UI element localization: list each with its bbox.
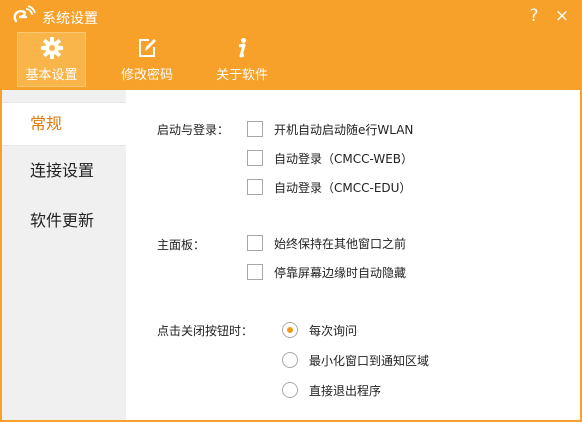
checkbox-box[interactable] <box>247 235 263 251</box>
option-label: 开机自动启动随e行WLAN <box>274 123 414 137</box>
option-label: 最小化窗口到通知区域 <box>309 354 430 368</box>
tab-basic-settings[interactable]: 基本设置 <box>17 32 86 87</box>
option-label: 自动登录（CMCC-WEB） <box>274 152 414 166</box>
radio-circle[interactable] <box>282 352 298 368</box>
sidebar: 常规 连接设置 软件更新 <box>2 90 126 420</box>
sidebar-item-connection[interactable]: 连接设置 <box>2 146 126 196</box>
gear-icon <box>40 37 63 59</box>
tab-label: 关于软件 <box>215 68 268 83</box>
top-nav: 基本设置 修改密码 关于软件 <box>0 32 582 90</box>
checkbox-box[interactable] <box>247 121 263 137</box>
option-label: 停靠屏幕边缘时自动隐藏 <box>274 266 407 280</box>
checkbox-box[interactable] <box>247 264 263 280</box>
tab-change-password[interactable]: 修改密码 <box>112 32 182 87</box>
edit-icon <box>139 39 156 57</box>
sidebar-item-update[interactable]: 软件更新 <box>2 196 126 246</box>
tab-about[interactable]: 关于软件 <box>207 32 277 87</box>
option-label: 始终保持在其他窗口之前 <box>274 237 407 251</box>
checkbox-box[interactable] <box>247 150 263 166</box>
settings-window: 系统设置 ? × 基本设置 修改密码 关于软件 常规 连接设置 软件更新 启动与… <box>0 0 582 422</box>
tab-label: 修改密码 <box>120 68 173 83</box>
panel-section-label: 主面板： <box>157 238 206 252</box>
close-action-section-label: 点击关闭按钮时： <box>157 324 254 338</box>
window-title: 系统设置 <box>42 11 98 27</box>
close-button[interactable]: × <box>552 6 572 26</box>
checkbox-box[interactable] <box>247 179 263 195</box>
startup-section-label: 启动与登录： <box>157 123 230 137</box>
radio-circle[interactable] <box>282 382 298 398</box>
title-bar: 系统设置 ? × <box>0 0 582 32</box>
info-icon <box>238 38 246 58</box>
option-label: 每次询问 <box>309 324 358 338</box>
settings-panel: 启动与登录： 开机自动启动随e行WLAN 自动登录（CMCC-WEB） 自动登录… <box>126 90 580 420</box>
app-logo-icon <box>13 5 36 23</box>
sidebar-item-general[interactable]: 常规 <box>2 102 126 146</box>
radio-circle[interactable] <box>282 322 298 338</box>
option-label: 直接退出程序 <box>309 384 382 398</box>
option-label: 自动登录（CMCC-EDU） <box>274 181 412 195</box>
help-button[interactable]: ? <box>524 6 544 26</box>
tab-label: 基本设置 <box>25 68 78 83</box>
